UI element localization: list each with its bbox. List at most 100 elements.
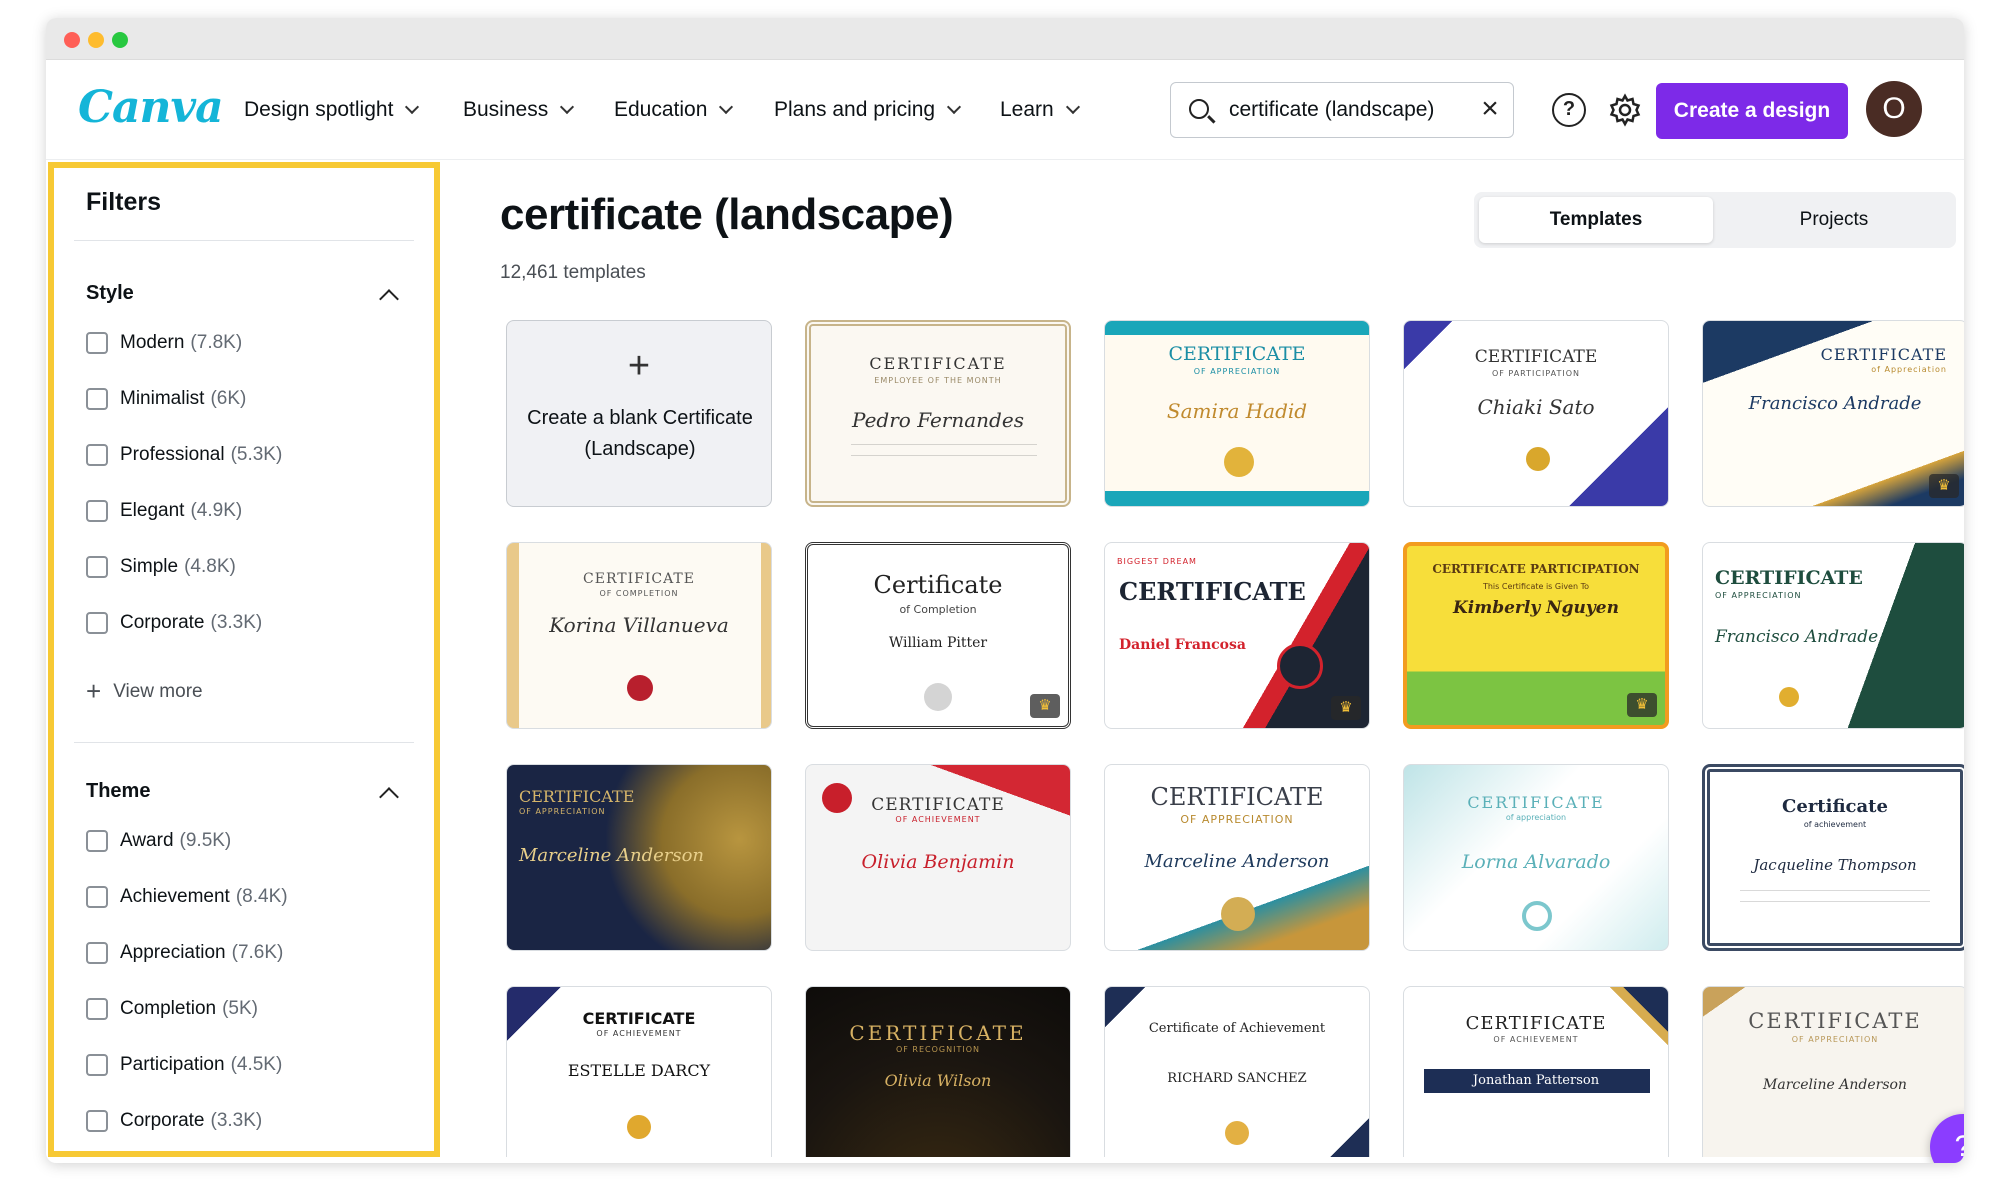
nav-business[interactable]: Business bbox=[463, 98, 575, 122]
template-card[interactable]: CERTIFICATE OF ACHIEVEMENT Jonathan Patt… bbox=[1403, 986, 1669, 1157]
card-heading: CERTIFICATE bbox=[1119, 577, 1306, 606]
filter-count: (4.5K) bbox=[230, 1054, 283, 1075]
card-heading: CERTIFICATE PARTICIPATION bbox=[1432, 562, 1640, 576]
filter-style-elegant[interactable]: Elegant (4.9K) bbox=[86, 500, 242, 522]
nav-plans-and-pricing[interactable]: Plans and pricing bbox=[774, 98, 962, 122]
filter-theme-participation[interactable]: Participation (4.5K) bbox=[86, 1054, 282, 1076]
template-card[interactable]: CERTIFICATE OF ACHIEVEMENT Olivia Benjam… bbox=[805, 764, 1071, 951]
avatar[interactable]: O bbox=[1866, 81, 1922, 137]
nav-label: Plans and pricing bbox=[774, 98, 936, 121]
nav-education[interactable]: Education bbox=[614, 98, 734, 122]
maximize-window-button[interactable] bbox=[112, 32, 128, 48]
close-window-button[interactable] bbox=[64, 32, 80, 48]
template-card[interactable]: Certificate of Completion William Pitter… bbox=[805, 542, 1071, 729]
template-card[interactable]: CERTIFICATE OF APPRECIATION Marceline An… bbox=[506, 764, 772, 951]
template-card[interactable]: Certificate of achievement Jacqueline Th… bbox=[1702, 764, 1964, 951]
template-card[interactable]: BIGGEST DREAM CERTIFICATE Daniel Francos… bbox=[1104, 542, 1370, 729]
gold-medal-icon bbox=[1526, 447, 1550, 471]
card-recipient: Francisco Andrade bbox=[1748, 393, 1922, 414]
card-recipient: Kimberly Nguyen bbox=[1453, 598, 1619, 618]
card-body-lines bbox=[1740, 890, 1930, 902]
filter-count: (7.6K) bbox=[231, 942, 284, 963]
checkbox[interactable] bbox=[86, 942, 108, 964]
card-heading: CERTIFICATE bbox=[519, 787, 635, 806]
filter-count: (8.4K) bbox=[235, 886, 288, 907]
checkbox[interactable] bbox=[86, 612, 108, 634]
create-design-button[interactable]: Create a design bbox=[1656, 83, 1848, 139]
template-card[interactable]: CERTIFICATE of Appreciation Francisco An… bbox=[1702, 320, 1964, 507]
checkbox[interactable] bbox=[86, 388, 108, 410]
card-heading: Certificate of Achievement bbox=[1148, 1021, 1326, 1036]
tab-projects[interactable]: Projects bbox=[1717, 197, 1951, 243]
nav-label: Design spotlight bbox=[244, 98, 394, 121]
checkbox[interactable] bbox=[86, 886, 108, 908]
filter-style-modern[interactable]: Modern (7.8K) bbox=[86, 332, 242, 354]
template-card[interactable]: CERTIFICATE OF APPRECIATION Samira Hadid bbox=[1104, 320, 1370, 507]
card-subheading: of Completion bbox=[899, 603, 977, 616]
card-subheading: EMPLOYEE OF THE MONTH bbox=[874, 376, 1002, 385]
template-card[interactable]: CERTIFICATE OF PARTICIPATION Chiaki Sato bbox=[1403, 320, 1669, 507]
card-subheading: BIGGEST DREAM bbox=[1117, 557, 1197, 566]
search-input[interactable] bbox=[1229, 95, 1459, 125]
template-card[interactable]: CERTIFICATE OF APPRECIATION Marceline An… bbox=[1104, 764, 1370, 951]
template-card[interactable]: CERTIFICATE of appreciation Lorna Alvara… bbox=[1403, 764, 1669, 951]
filter-count: (6K) bbox=[210, 388, 247, 409]
close-icon[interactable]: × bbox=[1477, 94, 1503, 124]
canva-logo[interactable]: Canva bbox=[78, 82, 224, 133]
template-card[interactable]: CERTIFICATE OF ACHIEVEMENT ESTELLE DARCY bbox=[506, 986, 772, 1157]
tab-templates[interactable]: Templates bbox=[1479, 197, 1713, 243]
checkbox[interactable] bbox=[86, 500, 108, 522]
card-recipient: Jacqueline Thompson bbox=[1753, 856, 1917, 874]
card-heading: CERTIFICATE bbox=[582, 1009, 696, 1028]
crown-icon: ♛ bbox=[1929, 474, 1959, 498]
top-navigation: Canva Design spotlight Business Educatio… bbox=[46, 60, 1964, 160]
checkbox[interactable] bbox=[86, 444, 108, 466]
template-card[interactable]: CERTIFICATE OF RECOGNITION Olivia Wilson bbox=[805, 986, 1071, 1157]
plus-icon: + bbox=[627, 345, 651, 387]
template-card[interactable]: CERTIFICATE OF APPRECIATION Francisco An… bbox=[1702, 542, 1964, 729]
filter-style-simple[interactable]: Simple (4.8K) bbox=[86, 556, 236, 578]
card-heading: CERTIFICATE bbox=[1150, 783, 1324, 811]
nav-design-spotlight[interactable]: Design spotlight bbox=[244, 98, 420, 122]
filter-theme-completion[interactable]: Completion (5K) bbox=[86, 998, 258, 1020]
checkbox[interactable] bbox=[86, 1054, 108, 1076]
checkbox[interactable] bbox=[86, 1110, 108, 1132]
filter-count: (5.3K) bbox=[230, 444, 283, 465]
card-recipient: Olivia Benjamin bbox=[861, 851, 1015, 873]
chevron-up-icon[interactable] bbox=[379, 787, 399, 807]
filter-label: Completion bbox=[120, 998, 217, 1019]
minimize-window-button[interactable] bbox=[88, 32, 104, 48]
filter-theme-award[interactable]: Award (9.5K) bbox=[86, 830, 231, 852]
template-card[interactable]: CERTIFICATE PARTICIPATION This Certifica… bbox=[1403, 542, 1669, 729]
checkbox[interactable] bbox=[86, 830, 108, 852]
checkbox[interactable] bbox=[86, 332, 108, 354]
template-card[interactable]: CERTIFICATE OF COMPLETION Korina Villanu… bbox=[506, 542, 772, 729]
gold-seal-icon bbox=[1221, 897, 1255, 931]
card-subheading: This Certificate is Given To bbox=[1482, 582, 1590, 591]
filter-theme-appreciation[interactable]: Appreciation (7.6K) bbox=[86, 942, 283, 964]
create-blank-card[interactable]: + Create a blank Certificate (Landscape) bbox=[506, 320, 772, 507]
card-heading: CERTIFICATE bbox=[1465, 1013, 1607, 1034]
checkbox[interactable] bbox=[86, 998, 108, 1020]
filter-theme-corporate[interactable]: Corporate (3.3K) bbox=[86, 1110, 262, 1132]
filter-count: (3.3K) bbox=[210, 612, 263, 633]
chevron-up-icon[interactable] bbox=[379, 289, 399, 309]
template-card[interactable]: CERTIFICATE EMPLOYEE OF THE MONTH Pedro … bbox=[805, 320, 1071, 507]
filter-style-corporate[interactable]: Corporate (3.3K) bbox=[86, 612, 262, 634]
help-icon[interactable]: ? bbox=[1552, 93, 1586, 127]
title-bar bbox=[46, 18, 1964, 60]
filter-theme-achievement[interactable]: Achievement (8.4K) bbox=[86, 886, 288, 908]
filter-label: Corporate bbox=[120, 1110, 205, 1131]
nav-learn[interactable]: Learn bbox=[1000, 98, 1080, 122]
gear-icon[interactable] bbox=[1608, 93, 1642, 127]
filter-label: Minimalist bbox=[120, 388, 205, 409]
view-more-button[interactable]: + View more bbox=[86, 676, 203, 707]
filter-style-minimalist[interactable]: Minimalist (6K) bbox=[86, 388, 246, 410]
checkbox[interactable] bbox=[86, 556, 108, 578]
card-heading: CERTIFICATE bbox=[849, 1021, 1027, 1045]
card-recipient: Daniel Francosa bbox=[1119, 637, 1246, 653]
nav-label: Education bbox=[614, 98, 708, 121]
filter-style-professional[interactable]: Professional (5.3K) bbox=[86, 444, 282, 466]
template-card[interactable]: Certificate of Achievement RICHARD SANCH… bbox=[1104, 986, 1370, 1157]
template-card[interactable]: CERTIFICATE OF APPRECIATION Marceline An… bbox=[1702, 986, 1964, 1157]
